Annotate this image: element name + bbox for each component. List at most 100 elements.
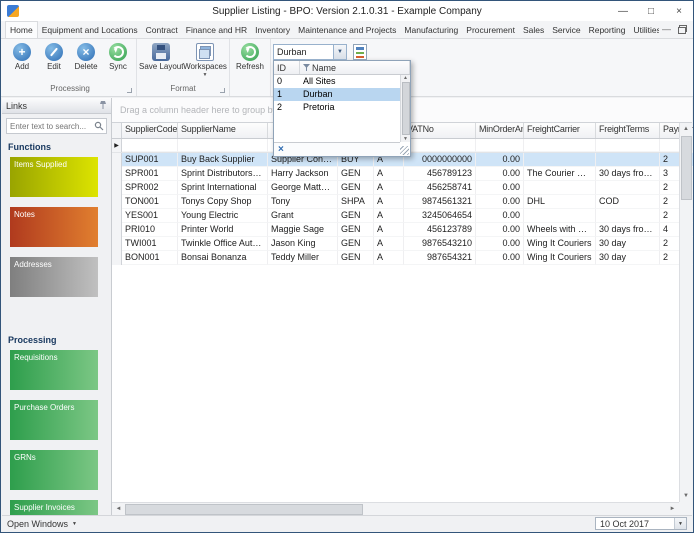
grid-cell[interactable]: 0.00 (476, 181, 524, 195)
grid-cell[interactable]: Harry Jackson (268, 167, 338, 181)
grid-row[interactable]: TON001 Tonys Copy Shop Tony SHPA A 9874561321… (112, 195, 693, 209)
column-header-minorderamt[interactable]: MinOrderAmt (476, 123, 524, 138)
tab-manufacturing[interactable]: Manufacturing (400, 22, 462, 38)
date-picker[interactable]: 10 Oct 2017 ▼ (595, 517, 687, 530)
grid-cell[interactable]: BON001 (122, 251, 178, 265)
search-icon[interactable] (94, 121, 104, 131)
column-header-vatno[interactable]: VATNo (404, 123, 476, 138)
grid-cell[interactable]: 3245064654 (404, 209, 476, 223)
popup-column-id[interactable]: ID (274, 61, 300, 74)
grid-cell[interactable]: The Courier Guy (524, 167, 596, 181)
grid-cell[interactable]: GEN (338, 181, 374, 195)
ribbon-button-delete[interactable]: Delete (70, 41, 102, 83)
grid-cell[interactable]: TON001 (122, 195, 178, 209)
tile-items-supplied[interactable]: Items Supplied (10, 157, 98, 197)
grid-cell[interactable]: 0.00 (476, 223, 524, 237)
popup-scrollbar[interactable]: ▲ ▼ (400, 75, 410, 142)
tile-supplier-invoices[interactable]: Supplier Invoices (10, 500, 98, 515)
grid-cell[interactable]: 456789123 (404, 167, 476, 181)
tile-notes[interactable]: Notes (10, 207, 98, 247)
grid-cell[interactable]: 0.00 (476, 251, 524, 265)
tab-service[interactable]: Service (548, 22, 584, 38)
tab-inventory[interactable]: Inventory (251, 22, 294, 38)
close-button[interactable]: × (665, 2, 693, 21)
grid-row[interactable]: TWI001Twinkle Office AutomationJason Kin… (112, 237, 693, 251)
minimize-button[interactable]: — (609, 2, 637, 21)
combo-dropdown-icon[interactable]: ▼ (333, 45, 346, 59)
grid-cell[interactable]: A (374, 195, 404, 209)
filter-cell[interactable] (178, 139, 268, 152)
ribbon-button-refresh[interactable]: Refresh (232, 41, 268, 83)
grid-cell[interactable]: GEN (338, 223, 374, 237)
grid-cell[interactable]: Tony (268, 195, 338, 209)
grid-cell[interactable]: Buy Back Supplier (178, 153, 268, 167)
grid-cell[interactable]: 0.00 (476, 237, 524, 251)
horizontal-scrollbar[interactable]: ◄ ► (112, 502, 679, 515)
scroll-left-icon[interactable]: ◄ (112, 503, 125, 515)
grid-cell[interactable]: 30 days from Delivery (596, 167, 660, 181)
filter-cell[interactable] (404, 139, 476, 152)
tab-procurement[interactable]: Procurement (462, 22, 519, 38)
grid-cell[interactable]: Teddy Miller (268, 251, 338, 265)
tab-utilities[interactable]: Utilities (629, 22, 659, 38)
grid-cell[interactable]: PRI010 (122, 223, 178, 237)
filter-cell[interactable] (476, 139, 524, 152)
grid-row[interactable]: BON001 Bonsai Bonanza Teddy Miller GEN A 9876… (112, 251, 693, 265)
grid-cell[interactable]: A (374, 167, 404, 181)
grid-cell[interactable] (524, 181, 596, 195)
grid-cell[interactable]: DHL (524, 195, 596, 209)
grid-cell[interactable]: A (374, 181, 404, 195)
grid-cell[interactable]: 0.00 (476, 209, 524, 223)
popup-row-all-sites[interactable]: 0 All Sites (274, 75, 410, 88)
mdi-restore-icon[interactable] (678, 24, 687, 34)
popup-scroll-up-icon[interactable]: ▲ (403, 75, 408, 81)
popup-row-pretoria[interactable]: 2 Pretoria (274, 101, 410, 114)
ribbon-button-workspaces[interactable]: Workspaces ▼ (183, 41, 227, 83)
tab-sales[interactable]: Sales (519, 22, 548, 38)
grid-cell[interactable]: Maggie Sage (268, 223, 338, 237)
grid-cell[interactable]: SPR002 (122, 181, 178, 195)
tile-grns[interactable]: GRNs (10, 450, 98, 490)
grid-cell[interactable] (596, 181, 660, 195)
grid-cell[interactable]: A (374, 237, 404, 251)
tab-equipment-and-locations[interactable]: Equipment and Locations (38, 22, 142, 38)
grid-cell[interactable]: 0.00 (476, 167, 524, 181)
grid-cell[interactable]: SHPA (338, 195, 374, 209)
tile-addresses[interactable]: Addresses (10, 257, 98, 297)
grid-row[interactable]: SPR001 Sprint Distributors Local Harry Jac… (112, 167, 693, 181)
dialog-launcher-icon[interactable] (220, 88, 225, 93)
grid-cell[interactable] (596, 153, 660, 167)
date-dropdown-icon[interactable]: ▼ (674, 518, 686, 529)
tab-maintenance-and-projects[interactable]: Maintenance and Projects (294, 22, 400, 38)
grid-cell[interactable] (524, 153, 596, 167)
grid-cell[interactable]: GEN (338, 209, 374, 223)
grid-row[interactable]: SPR002 Sprint International George Matthew… (112, 181, 693, 195)
grid-cell[interactable]: 0.00 (476, 195, 524, 209)
grid-cell[interactable]: 30 day (596, 237, 660, 251)
filter-cell[interactable] (596, 139, 660, 152)
grid-row[interactable]: YES001 Young Electric Grant GEN A 3245064654 0… (112, 209, 693, 223)
column-header-freightcarrier[interactable]: FreightCarrier (524, 123, 596, 138)
mdi-minimize-icon[interactable]: — (662, 24, 671, 34)
column-header-suppliercode[interactable]: SupplierCode (122, 123, 178, 138)
tile-purchase-orders[interactable]: Purchase Orders (10, 400, 98, 440)
grid-cell[interactable]: 9876543210 (404, 237, 476, 251)
column-header-suppliername[interactable]: SupplierName (178, 123, 268, 138)
maximize-button[interactable]: □ (637, 2, 665, 21)
scroll-up-icon[interactable]: ▲ (680, 123, 693, 135)
report-icon[interactable] (353, 44, 367, 60)
grid-cell[interactable]: A (374, 223, 404, 237)
site-selector-combo[interactable]: Durban ▼ (273, 44, 347, 60)
grid-cell[interactable]: 456258741 (404, 181, 476, 195)
column-header-freightterms[interactable]: FreightTerms (596, 123, 660, 138)
filter-cell[interactable] (122, 139, 178, 152)
vertical-scroll-thumb[interactable] (680, 136, 692, 200)
grid-cell[interactable]: 0.00 (476, 153, 524, 167)
scroll-right-icon[interactable]: ► (666, 503, 679, 515)
search-input[interactable] (7, 120, 94, 132)
ribbon-button-edit[interactable]: Edit (38, 41, 70, 83)
grid-cell[interactable]: GEN (338, 251, 374, 265)
horizontal-scroll-thumb[interactable] (125, 503, 364, 515)
tile-requisitions[interactable]: Requisitions (10, 350, 98, 390)
grid-cell[interactable]: Sprint Distributors Local (178, 167, 268, 181)
